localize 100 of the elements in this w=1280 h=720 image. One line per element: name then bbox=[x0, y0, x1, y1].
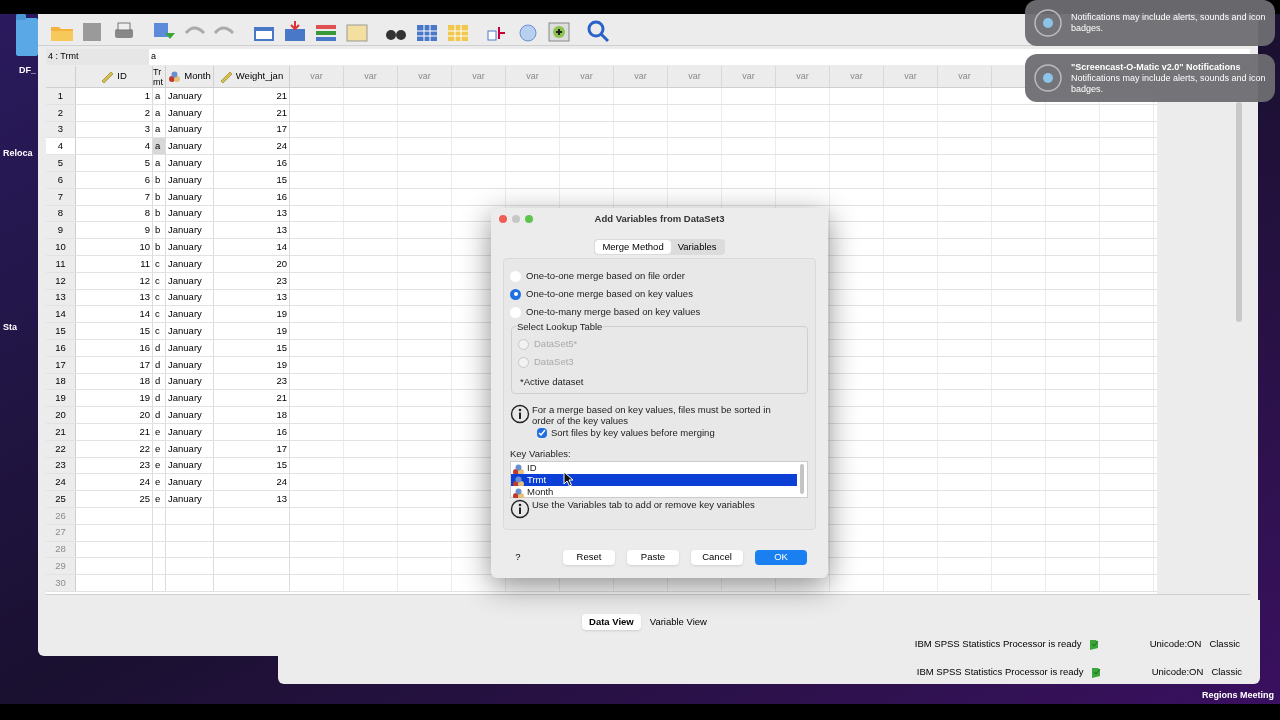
tab[interactable]: Variables bbox=[670, 240, 724, 254]
search-icon[interactable] bbox=[586, 19, 610, 43]
table-cell[interactable]: January bbox=[166, 339, 214, 356]
table-cell[interactable]: a bbox=[153, 121, 166, 138]
table-cell[interactable]: 16 bbox=[214, 423, 290, 440]
table-cell[interactable]: 17 bbox=[214, 440, 290, 457]
table-cell[interactable]: d bbox=[153, 339, 166, 356]
table-cell[interactable]: 1 bbox=[76, 88, 153, 104]
table-cell[interactable]: c bbox=[153, 323, 166, 339]
table-cell[interactable]: 14 bbox=[76, 306, 153, 323]
table-cell[interactable]: 16 bbox=[214, 155, 290, 171]
table-cell[interactable]: 15 bbox=[214, 172, 290, 188]
table-cell[interactable]: 3 bbox=[76, 121, 153, 138]
table-cell[interactable]: 18 bbox=[76, 373, 153, 390]
row-number[interactable]: 9 bbox=[46, 222, 76, 239]
table-cell[interactable]: a bbox=[153, 104, 166, 121]
table-cell[interactable]: 13 bbox=[76, 289, 153, 306]
table-cell[interactable]: 13 bbox=[214, 222, 290, 239]
table-cell[interactable]: 19 bbox=[214, 306, 290, 323]
table-cell[interactable]: d bbox=[153, 390, 166, 407]
table-cell[interactable]: 16 bbox=[76, 339, 153, 356]
scrollbar[interactable] bbox=[800, 464, 804, 495]
table-cell[interactable]: January bbox=[166, 155, 214, 171]
table-cell[interactable]: January bbox=[166, 289, 214, 306]
table-cell[interactable]: a bbox=[153, 88, 166, 104]
table-cell[interactable]: 20 bbox=[214, 255, 290, 272]
table-cell[interactable]: 15 bbox=[214, 339, 290, 356]
table-cell[interactable]: 14 bbox=[214, 239, 290, 255]
dialog-button[interactable]: OK bbox=[755, 550, 807, 565]
table-cell[interactable]: January bbox=[166, 474, 214, 491]
table-cell[interactable]: 13 bbox=[214, 491, 290, 507]
table-cell[interactable]: c bbox=[153, 289, 166, 306]
table-cell[interactable]: b bbox=[153, 205, 166, 222]
table-cell[interactable]: b bbox=[153, 172, 166, 188]
row-number[interactable]: 15 bbox=[46, 323, 76, 339]
table-cell[interactable]: 17 bbox=[76, 356, 153, 373]
close-icon[interactable] bbox=[499, 215, 507, 223]
dialog-button[interactable]: Paste bbox=[627, 550, 679, 565]
table-cell[interactable]: 20 bbox=[76, 407, 153, 423]
column-header[interactable]: Month bbox=[166, 66, 214, 87]
table-cell[interactable]: January bbox=[166, 356, 214, 373]
table-cell[interactable]: 24 bbox=[76, 474, 153, 491]
table-cell[interactable]: January bbox=[166, 491, 214, 507]
table-cell[interactable]: 19 bbox=[76, 390, 153, 407]
row-number[interactable]: 1 bbox=[46, 88, 76, 104]
row-number[interactable]: 19 bbox=[46, 390, 76, 407]
table-cell[interactable]: 2 bbox=[76, 104, 153, 121]
minimize-icon[interactable] bbox=[512, 215, 520, 223]
row-number[interactable]: 20 bbox=[46, 407, 76, 423]
desktop-icon-label[interactable]: DF_ bbox=[19, 64, 36, 78]
table-cell[interactable]: 19 bbox=[214, 323, 290, 339]
table-cell[interactable]: 24 bbox=[214, 474, 290, 491]
table-cell[interactable]: January bbox=[166, 222, 214, 239]
table-cell[interactable]: January bbox=[166, 323, 214, 339]
table-cell[interactable]: 16 bbox=[214, 188, 290, 205]
table-cell[interactable]: 17 bbox=[214, 121, 290, 138]
table-cell[interactable]: 11 bbox=[76, 255, 153, 272]
table-cell[interactable]: January bbox=[166, 138, 214, 155]
list-item[interactable]: Month bbox=[511, 486, 797, 499]
table-cell[interactable]: 12 bbox=[76, 272, 153, 289]
table-cell[interactable]: 9 bbox=[76, 222, 153, 239]
table-cell[interactable]: January bbox=[166, 390, 214, 407]
table-cell[interactable]: 21 bbox=[214, 390, 290, 407]
table-cell[interactable]: b bbox=[153, 239, 166, 255]
table-cell[interactable]: e bbox=[153, 457, 166, 474]
add-icon[interactable] bbox=[547, 19, 571, 43]
table-cell[interactable]: 19 bbox=[214, 356, 290, 373]
table-cell[interactable]: 21 bbox=[214, 104, 290, 121]
help-button[interactable]: ? bbox=[503, 550, 533, 565]
table-cell[interactable]: 10 bbox=[76, 239, 153, 255]
row-number[interactable]: 5 bbox=[46, 155, 76, 171]
table-cell[interactable]: a bbox=[153, 155, 166, 171]
table-cell[interactable]: e bbox=[153, 491, 166, 507]
notification-banner[interactable]: Notifications may include alerts, sounds and icon badges. bbox=[1025, 0, 1275, 46]
zoom-icon[interactable] bbox=[525, 215, 533, 223]
table-cell[interactable]: e bbox=[153, 440, 166, 457]
table-cell[interactable]: 24 bbox=[214, 138, 290, 155]
table-cell[interactable]: a bbox=[153, 138, 166, 155]
table-cell[interactable]: d bbox=[153, 407, 166, 423]
column-header[interactable]: Trmt bbox=[153, 67, 165, 87]
table-cell[interactable]: January bbox=[166, 88, 214, 104]
table-cell[interactable]: January bbox=[166, 104, 214, 121]
table-cell[interactable]: 13 bbox=[214, 205, 290, 222]
table-cell[interactable]: 13 bbox=[214, 289, 290, 306]
table-cell[interactable]: b bbox=[153, 222, 166, 239]
table-cell[interactable]: 8 bbox=[76, 205, 153, 222]
table-cell[interactable]: 23 bbox=[214, 272, 290, 289]
table-cell[interactable]: 6 bbox=[76, 172, 153, 188]
view-tab[interactable]: Data View bbox=[582, 614, 641, 630]
row-number[interactable]: 24 bbox=[46, 474, 76, 491]
row-number[interactable]: 10 bbox=[46, 239, 76, 255]
table-cell[interactable]: b bbox=[153, 188, 166, 205]
table-cell[interactable]: 18 bbox=[214, 407, 290, 423]
table-cell[interactable]: January bbox=[166, 423, 214, 440]
table-cell[interactable]: January bbox=[166, 373, 214, 390]
table-cell[interactable]: c bbox=[153, 306, 166, 323]
row-number[interactable]: 25 bbox=[46, 491, 76, 507]
table-cell[interactable]: 23 bbox=[214, 373, 290, 390]
table-cell[interactable]: 7 bbox=[76, 188, 153, 205]
table-cell[interactable]: 15 bbox=[214, 457, 290, 474]
